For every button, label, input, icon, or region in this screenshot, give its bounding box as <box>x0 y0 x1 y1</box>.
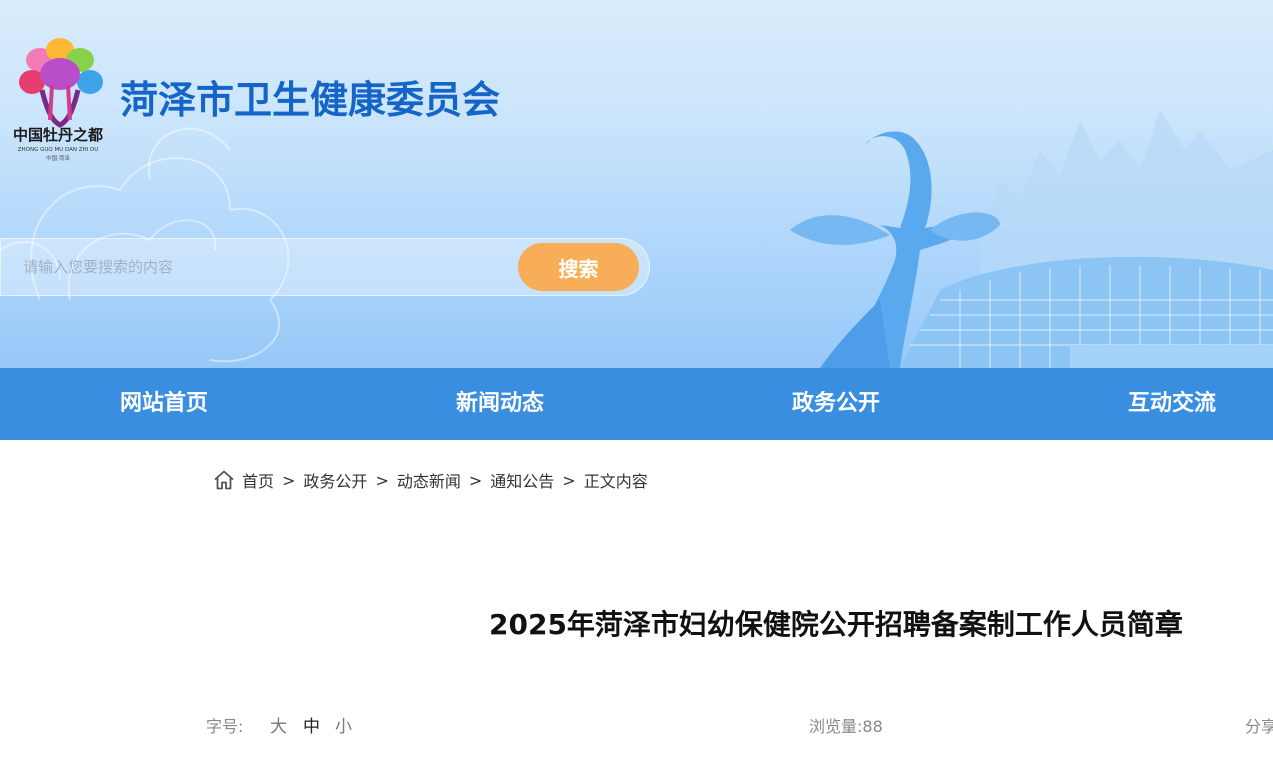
share-button[interactable]: 分享 <box>1245 714 1273 740</box>
font-size-small-button[interactable]: 小 <box>335 714 352 740</box>
breadcrumb-government-affairs[interactable]: 政务公开 <box>303 468 367 492</box>
nav-item-home[interactable]: 网站首页 <box>120 368 208 440</box>
nav-item-government-affairs[interactable]: 政务公开 <box>792 368 880 440</box>
nav-item-news[interactable]: 新闻动态 <box>456 368 544 440</box>
font-size-large-button[interactable]: 大 <box>270 714 287 740</box>
site-title: 菏泽市卫生健康委员会 <box>120 78 501 122</box>
breadcrumb: 首页 > 政务公开 > 动态新闻 > 通知公告 > 正文内容 <box>212 466 648 494</box>
view-count-label: 浏览量: <box>809 717 863 736</box>
breadcrumb-notices[interactable]: 通知公告 <box>490 468 554 492</box>
article-title: 2025年菏泽市妇幼保健院公开招聘备案制工作人员简章 <box>489 608 1183 641</box>
view-count: 浏览量:88 <box>809 714 883 740</box>
view-count-value: 88 <box>862 717 883 736</box>
font-size-label: 字号: <box>206 717 244 736</box>
header-banner: 中国牡丹之都 ZHONG GUO MU DAN ZHI DU 中国·菏泽 菏泽市… <box>0 0 1273 368</box>
home-icon[interactable] <box>212 468 236 492</box>
search-input[interactable] <box>11 249 511 285</box>
breadcrumb-home[interactable]: 首页 <box>242 468 274 492</box>
svg-text:中国牡丹之都: 中国牡丹之都 <box>13 126 103 144</box>
main-nav: 网站首页 新闻动态 政务公开 互动交流 <box>0 368 1273 440</box>
banner-illustration <box>0 110 1273 368</box>
font-size-medium-button[interactable]: 中 <box>303 714 320 740</box>
breadcrumb-separator: > <box>468 470 483 490</box>
peony-capital-logo: 中国牡丹之都 ZHONG GUO MU DAN ZHI DU 中国·菏泽 <box>13 38 103 162</box>
breadcrumb-current: 正文内容 <box>583 472 648 491</box>
breadcrumb-separator: > <box>282 470 296 490</box>
breadcrumb-separator: > <box>562 470 576 490</box>
svg-text:ZHONG GUO MU DAN ZHI DU: ZHONG GUO MU DAN ZHI DU <box>18 147 99 153</box>
breadcrumb-dynamic-news[interactable]: 动态新闻 <box>397 468 461 492</box>
svg-text:中国·菏泽: 中国·菏泽 <box>46 154 70 162</box>
search-button[interactable]: 搜索 <box>518 243 639 291</box>
breadcrumb-separator: > <box>375 470 389 490</box>
nav-item-interaction[interactable]: 互动交流 <box>1128 368 1216 440</box>
